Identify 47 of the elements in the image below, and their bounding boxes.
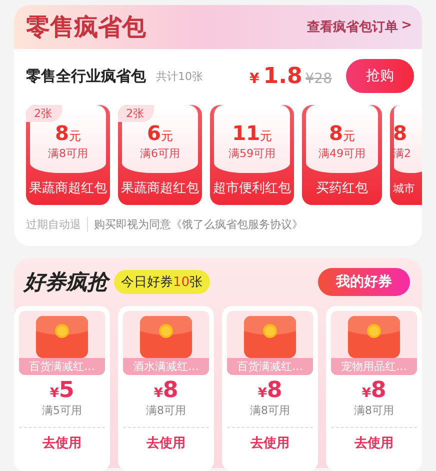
coupon-amount: ¥8	[258, 378, 282, 403]
use-link[interactable]: 去使用	[331, 427, 417, 452]
envelope-icon	[36, 316, 88, 358]
coupon-label: 宠物用品红…	[331, 358, 417, 375]
envelope-icon	[244, 316, 296, 358]
pack-name: 零售全行业疯省包	[26, 66, 146, 86]
envelope-icon	[140, 316, 192, 358]
coupon-condition: 满49可用	[318, 146, 366, 161]
coupon-amount: 11元	[232, 121, 272, 145]
coupon-condition: 满8可用	[354, 403, 394, 418]
coupon-label: 百货满减红…	[19, 358, 105, 375]
coupon-amount: ¥8	[154, 378, 178, 403]
agreement-text[interactable]: 购买即视为同意《饿了么疯省包服务协议》	[87, 217, 303, 232]
my-coupons-button[interactable]: 我的好券	[318, 268, 410, 296]
coupon-label: 百货满减红…	[227, 358, 313, 375]
coupon-amount: ¥5	[50, 378, 74, 403]
use-link[interactable]: 去使用	[123, 427, 209, 452]
coupon-label: 果蔬商超红包	[121, 180, 199, 197]
coupon-amount: 6元	[147, 121, 173, 145]
refund-note: 过期自动退	[26, 217, 81, 232]
coupon-label: 果蔬商超红包	[29, 180, 107, 197]
coupon-condition: 满8可用	[48, 146, 88, 161]
use-link[interactable]: 去使用	[227, 427, 313, 452]
section-title: 好券疯抢	[24, 268, 108, 296]
coupon-condition: 满5可用	[42, 403, 82, 418]
quantity-badge: 2张	[26, 105, 62, 122]
use-link[interactable]: 去使用	[19, 427, 105, 452]
coupon-label: 超市便利红包	[213, 180, 291, 197]
coupon-amount: ¥8	[362, 378, 386, 403]
quantity-badge: 2张	[118, 105, 154, 122]
buy-button[interactable]: 抢购	[346, 59, 414, 93]
coupon-count: 共计10张	[156, 68, 203, 84]
coupon-condition: 满6可用	[140, 146, 180, 161]
coupon-condition: 满59可用	[228, 146, 276, 161]
coupon-amount: 8元	[55, 121, 81, 145]
coupon-label: 城市	[393, 181, 415, 196]
coupon-label: 酒水满减红…	[123, 358, 209, 375]
coupon-amount: 8	[393, 121, 407, 145]
orders-link[interactable]: 查看疯省包订单 >	[307, 18, 412, 36]
today-badge: 今日好券10张	[114, 270, 210, 294]
envelope-icon	[348, 316, 400, 358]
coupon-label: 买药红包	[316, 180, 368, 197]
coupon-condition: 满8可用	[250, 403, 290, 418]
section-title: 零售疯省包	[26, 12, 146, 43]
coupon-amount: 8元	[329, 121, 355, 145]
pack-price: ¥ 1.8¥28	[250, 64, 332, 88]
coupon-condition: 满8可用	[146, 403, 186, 418]
